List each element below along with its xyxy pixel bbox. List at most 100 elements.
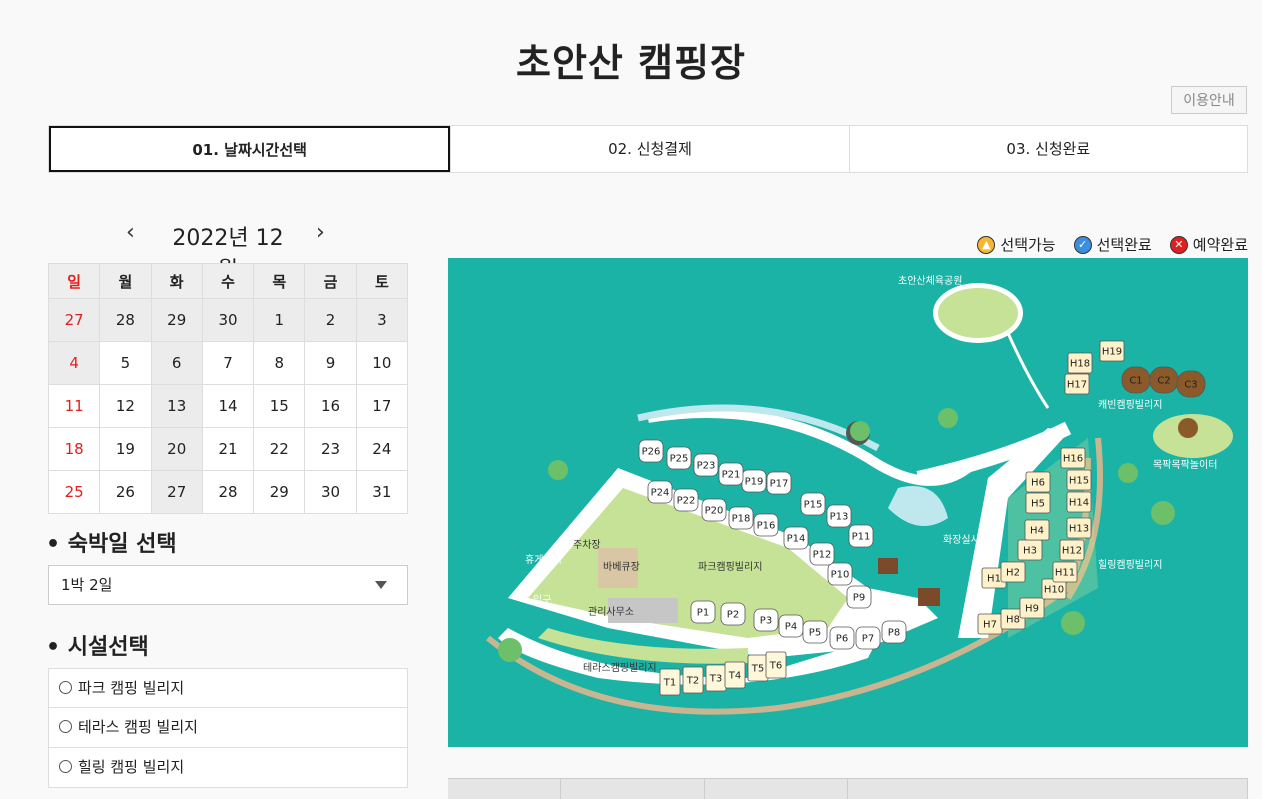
check-icon: ✓ xyxy=(1073,235,1092,254)
calendar-day[interactable]: 9 xyxy=(304,341,357,385)
calendar-day[interactable]: 5 xyxy=(99,341,152,385)
weekday-tue: 화 xyxy=(150,263,203,299)
guide-button[interactable]: 이용안내 xyxy=(1171,86,1247,114)
campsite-label: C1 xyxy=(1129,376,1142,387)
calendar-day[interactable]: 21 xyxy=(201,427,255,471)
path xyxy=(1006,332,1050,409)
campsite-label: H6 xyxy=(1031,478,1045,489)
campsite-label: P6 xyxy=(836,634,848,645)
stay-title-text: 숙박일 선택 xyxy=(67,532,177,557)
table-header-cell xyxy=(448,779,561,799)
radio-icon[interactable] xyxy=(59,759,72,773)
tree-icon xyxy=(850,421,870,441)
table-header-cell xyxy=(848,779,1248,799)
calendar-grid: 일 월 화 수 목 금 토 27 28 29 30 1 2 3 4 5 6 7 … xyxy=(47,263,409,514)
campsite-label: T2 xyxy=(686,676,699,687)
campsite-label: P24 xyxy=(651,488,670,499)
legend-reserved: ✕ 예약완료 xyxy=(1169,234,1248,255)
campsite-label: P20 xyxy=(705,506,724,517)
campsite-label: H4 xyxy=(1030,526,1044,537)
calendar-day[interactable]: 15 xyxy=(253,384,306,428)
campsite-label: P8 xyxy=(888,628,900,639)
calendar-day: 27 xyxy=(47,298,101,342)
calendar-day[interactable]: 14 xyxy=(201,384,255,428)
step-date-select[interactable]: 01. 날짜시간선택 xyxy=(49,126,451,172)
calendar-day[interactable]: 29 xyxy=(253,470,306,514)
campsite-label: H14 xyxy=(1069,498,1089,509)
campsite-label: P19 xyxy=(745,477,764,488)
step-complete[interactable]: 03. 신청완료 xyxy=(848,126,1247,172)
campsite-label: H11 xyxy=(1055,568,1075,579)
calendar-day[interactable]: 16 xyxy=(304,384,357,428)
facility-option-terrace[interactable]: 테라스 캠핑 빌리지 xyxy=(48,708,408,748)
campsite-label: T3 xyxy=(709,674,722,685)
facility-option-park[interactable]: 파크 캠핑 빌리지 xyxy=(48,668,408,708)
campsite-label: H19 xyxy=(1102,347,1122,358)
results-table-header xyxy=(448,778,1248,799)
calendar-day[interactable]: 19 xyxy=(99,427,152,471)
table-header-cell xyxy=(561,779,705,799)
campsite-label: H7 xyxy=(983,620,997,631)
facility-title-text: 시설선택 xyxy=(67,635,149,660)
legend-label: 예약완료 xyxy=(1192,236,1248,254)
calendar-day[interactable]: 8 xyxy=(253,341,306,385)
campsite-label: P25 xyxy=(670,454,689,465)
tree-icon xyxy=(548,460,568,480)
facility-option-label: 테라스 캠핑 빌리지 xyxy=(78,718,198,736)
calendar-day: 20 xyxy=(150,427,203,471)
calendar-day: 1 xyxy=(253,298,306,342)
prev-month-icon[interactable]: ‹ xyxy=(126,220,135,245)
map-label: 관리사무소 xyxy=(588,606,634,618)
campsite-label: P7 xyxy=(862,634,874,645)
tree-icon xyxy=(1151,501,1175,525)
radio-icon[interactable] xyxy=(59,719,72,733)
calendar-day[interactable]: 10 xyxy=(355,341,409,385)
calendar-day[interactable]: 31 xyxy=(355,470,409,514)
calendar-day[interactable]: 11 xyxy=(47,384,101,428)
campsite-label: P22 xyxy=(677,496,696,507)
cabin-site-group: C1 C2 C3 xyxy=(1121,366,1206,398)
facility-option-healing[interactable]: 힐링 캠핑 빌리지 xyxy=(48,748,408,788)
calendar-day: 28 xyxy=(99,298,152,342)
next-month-icon[interactable]: › xyxy=(316,220,325,245)
campsite-label: H15 xyxy=(1069,476,1089,487)
campsite-map-svg: 초안산체육공원 캐빈캠핑빌리지 목팍목팍놀이터 파크캠핑빌리지 테라스캠핑빌리지… xyxy=(486,275,1233,715)
treehouse-icon xyxy=(1178,418,1198,438)
calendar-day[interactable]: 28 xyxy=(201,470,255,514)
calendar-day[interactable]: 12 xyxy=(99,384,152,428)
calendar-day[interactable]: 22 xyxy=(253,427,306,471)
map-label: 파크캠핑빌리지 xyxy=(698,561,762,573)
campsite-label: T5 xyxy=(751,664,764,675)
calendar-day[interactable]: 26 xyxy=(99,470,152,514)
legend-label: 선택가능 xyxy=(1000,236,1056,254)
campsite-label: C3 xyxy=(1184,380,1197,391)
map-label: 힐링캠핑빌리지 xyxy=(1098,558,1162,571)
calendar-day[interactable]: 7 xyxy=(201,341,255,385)
campsite-label: P23 xyxy=(697,461,716,472)
map-label: 입구 xyxy=(533,593,551,606)
calendar-day[interactable]: 17 xyxy=(355,384,409,428)
calendar-day[interactable]: 30 xyxy=(304,470,357,514)
weekday-sun: 일 xyxy=(47,263,101,299)
weekday-wed: 수 xyxy=(201,263,255,299)
calendar-day: 29 xyxy=(150,298,203,342)
campsite-label: P4 xyxy=(785,622,797,633)
campsite-label: P15 xyxy=(804,500,823,511)
calendar-day: 3 xyxy=(355,298,409,342)
campsite-label: H9 xyxy=(1025,604,1039,615)
step-payment[interactable]: 02. 신청결제 xyxy=(450,126,848,172)
campsite-label: H12 xyxy=(1062,546,1082,557)
stay-select[interactable]: 1박 2일 xyxy=(48,565,408,605)
calendar-day[interactable]: 24 xyxy=(355,427,409,471)
calendar-day[interactable]: 25 xyxy=(47,470,101,514)
radio-icon[interactable] xyxy=(59,680,72,694)
calendar-day[interactable]: 23 xyxy=(304,427,357,471)
campsite-label: H1 xyxy=(987,574,1001,585)
calendar-day[interactable]: 18 xyxy=(47,427,101,471)
calendar-day: 4 xyxy=(47,341,101,385)
campsite-label: H13 xyxy=(1069,524,1089,535)
available-icon: ▲ xyxy=(977,235,996,254)
table-header-cell xyxy=(705,779,848,799)
chevron-down-icon xyxy=(375,581,387,589)
tree-icon xyxy=(1061,611,1085,635)
